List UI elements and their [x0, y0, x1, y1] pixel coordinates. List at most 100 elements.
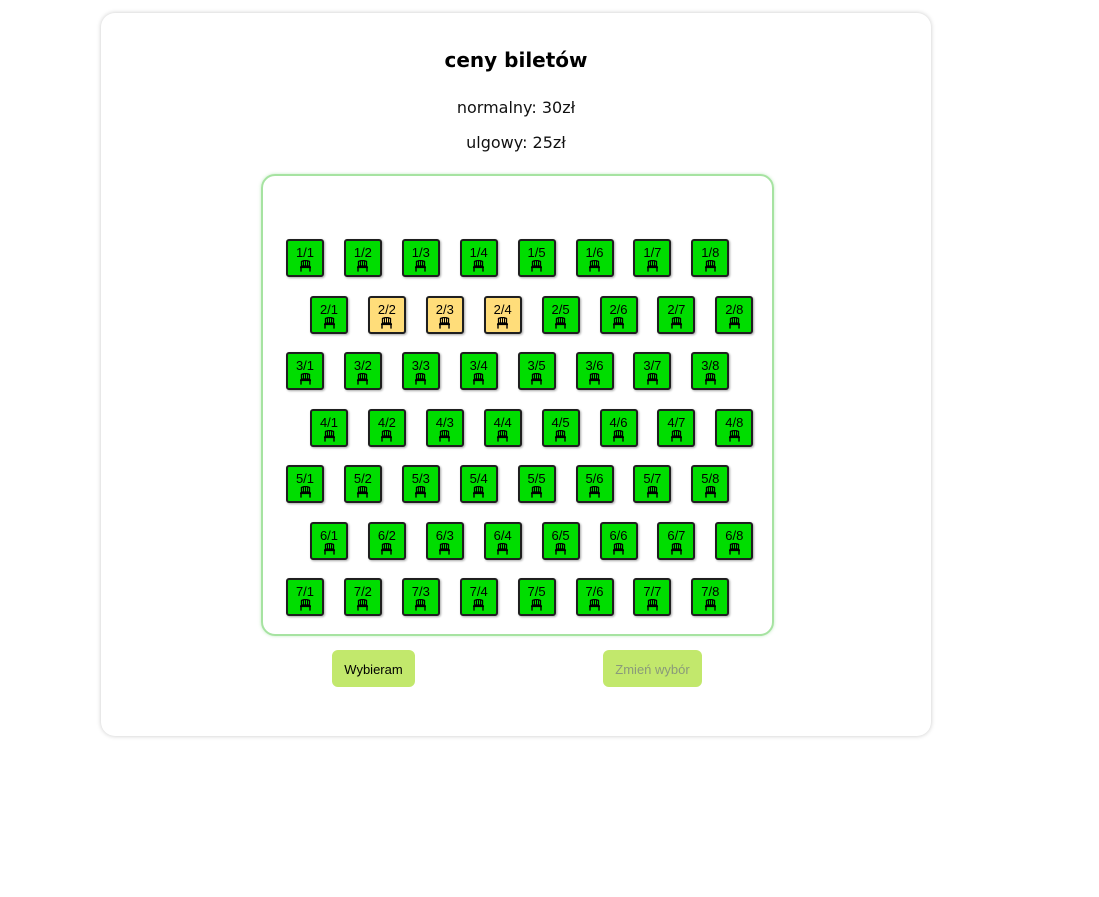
seat-button[interactable]: 1/6 [575, 239, 614, 277]
seat-button[interactable]: 6/2 [367, 521, 406, 560]
chair-icon [486, 316, 520, 329]
seat-button[interactable]: 6/6 [599, 521, 638, 560]
seat-button[interactable]: 5/4 [459, 465, 498, 503]
seat-label: 7/2 [353, 584, 372, 599]
seat-label: 6/6 [609, 527, 628, 543]
seat-button[interactable]: 2/1 [310, 295, 348, 334]
choose-button[interactable]: Wybieram [332, 650, 415, 687]
seat-button[interactable]: 3/3 [401, 352, 440, 390]
seat-button[interactable]: 3/8 [691, 352, 730, 390]
seat-button[interactable]: 3/1 [286, 352, 324, 390]
seat-button[interactable]: 7/3 [401, 578, 440, 616]
chair-icon [346, 486, 380, 498]
chair-icon [520, 373, 554, 385]
seat-button[interactable]: 2/7 [657, 295, 696, 334]
chair-icon [659, 429, 693, 442]
seat-button[interactable]: 5/3 [401, 465, 440, 503]
seat-button[interactable]: 1/8 [691, 239, 730, 277]
seat-button[interactable]: 1/4 [459, 239, 498, 277]
seat-button[interactable]: 7/8 [691, 578, 730, 616]
seat-button[interactable]: 5/1 [286, 465, 324, 503]
seat-button[interactable]: 7/1 [286, 578, 324, 616]
seat-button[interactable]: 1/3 [401, 239, 440, 277]
chair-icon [659, 542, 693, 555]
seat-button[interactable]: 2/6 [599, 295, 638, 334]
seat-button[interactable]: 4/8 [715, 408, 754, 447]
seat-button[interactable]: 5/6 [575, 465, 614, 503]
seat-button[interactable]: 4/7 [657, 408, 696, 447]
seat-label: 7/8 [701, 584, 720, 599]
seat-button[interactable]: 5/8 [691, 465, 730, 503]
seat-label: 2/7 [667, 301, 686, 317]
seat-label: 3/8 [701, 358, 720, 373]
seat-button[interactable]: 4/4 [483, 408, 522, 447]
seat-button[interactable]: 1/5 [517, 239, 556, 277]
seat-label: 1/8 [701, 245, 720, 260]
seat-button[interactable]: 4/5 [541, 408, 580, 447]
seat-button[interactable]: 3/7 [633, 352, 672, 390]
seat-button[interactable]: 6/7 [657, 521, 696, 560]
seat-button[interactable]: 5/5 [517, 465, 556, 503]
chair-icon [288, 373, 322, 385]
seat-button[interactable]: 2/4 [483, 295, 522, 334]
chair-icon [717, 542, 751, 555]
chair-icon [578, 599, 612, 611]
seat-button[interactable]: 7/7 [633, 578, 672, 616]
seat-button[interactable]: 3/4 [459, 352, 498, 390]
seat-label: 4/7 [667, 414, 686, 430]
seat-button[interactable]: 7/4 [459, 578, 498, 616]
seat-label: 2/3 [435, 301, 454, 317]
seat-label: 4/4 [493, 414, 512, 430]
seat-button[interactable]: 6/3 [425, 521, 464, 560]
chair-icon [486, 429, 520, 442]
seat-button[interactable]: 1/1 [286, 239, 324, 277]
seat-button[interactable]: 6/1 [310, 521, 348, 560]
seat-button[interactable]: 6/8 [715, 521, 754, 560]
seat-label: 6/5 [551, 527, 570, 543]
seat-button[interactable]: 3/6 [575, 352, 614, 390]
seat-button[interactable]: 2/8 [715, 295, 754, 334]
chair-icon [462, 260, 496, 272]
chair-icon [635, 486, 669, 498]
seat-button[interactable]: 6/5 [541, 521, 580, 560]
chair-icon [312, 542, 346, 555]
seat-label: 3/6 [585, 358, 604, 373]
seat-label: 1/3 [411, 245, 430, 260]
seat-button[interactable]: 3/2 [343, 352, 382, 390]
seat-button[interactable]: 1/2 [343, 239, 382, 277]
chair-icon [428, 542, 462, 555]
chair-icon [428, 316, 462, 329]
seat-button[interactable]: 4/1 [310, 408, 348, 447]
seat-button[interactable]: 4/6 [599, 408, 638, 447]
seat-label: 6/7 [667, 527, 686, 543]
seat-button[interactable]: 5/7 [633, 465, 672, 503]
seat-button[interactable]: 7/6 [575, 578, 614, 616]
chair-icon [428, 429, 462, 442]
seat-button[interactable]: 7/5 [517, 578, 556, 616]
seat-button[interactable]: 1/7 [633, 239, 672, 277]
seat-label: 3/2 [353, 358, 372, 373]
booking-card: ceny biletów normalny: 30zł ulgowy: 25zł… [101, 13, 931, 736]
seat-label: 5/8 [701, 471, 720, 486]
seat-label: 6/4 [493, 527, 512, 543]
seat-label: 5/1 [295, 471, 315, 486]
seat-button[interactable]: 3/5 [517, 352, 556, 390]
chair-icon [635, 599, 669, 611]
seat-button[interactable]: 2/5 [541, 295, 580, 334]
seat-button[interactable]: 4/3 [425, 408, 464, 447]
seat-button[interactable]: 4/2 [367, 408, 406, 447]
seat-label: 5/7 [643, 471, 662, 486]
seat-button[interactable]: 5/2 [343, 465, 382, 503]
seat-button[interactable]: 2/3 [425, 295, 464, 334]
chair-icon [404, 373, 438, 385]
chair-icon [693, 260, 727, 272]
seat-label: 2/1 [319, 301, 339, 317]
chair-icon [578, 486, 612, 498]
seat-label: 1/1 [295, 245, 315, 260]
seat-button[interactable]: 2/2 [367, 295, 406, 334]
seat-button[interactable]: 6/4 [483, 521, 522, 560]
seat-button[interactable]: 7/2 [343, 578, 382, 616]
chair-icon [693, 373, 727, 385]
seat-label: 3/1 [295, 358, 315, 373]
chair-icon [578, 260, 612, 272]
